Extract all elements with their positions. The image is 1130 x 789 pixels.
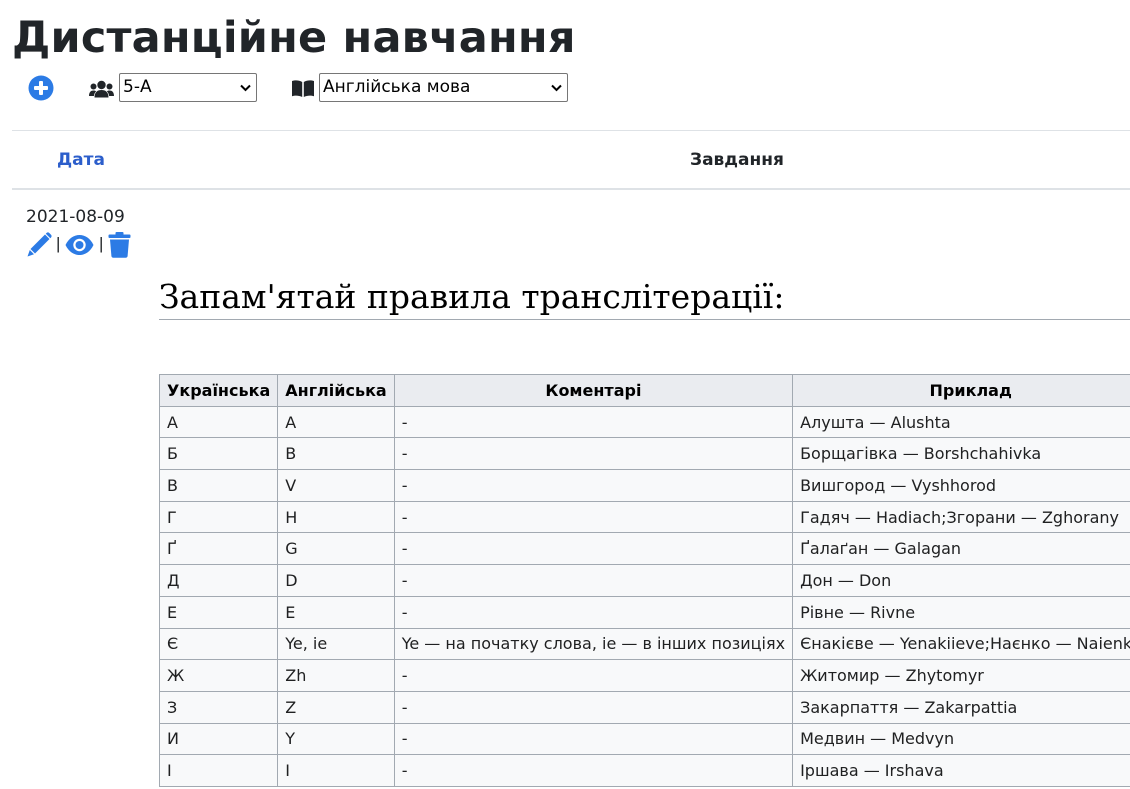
table-cell: Борщагівка — Borshchahivka	[792, 437, 1130, 471]
trash-icon[interactable]	[108, 232, 131, 258]
table-cell: -	[393, 754, 794, 787]
table-cell: Медвин — Medvyn	[792, 722, 1130, 756]
table-row: Д D - Дон — Don	[158, 564, 1130, 597]
table-cell: Є	[158, 627, 279, 661]
table-row: И Y - Медвин — Medvyn	[158, 722, 1130, 756]
class-select-value: 5-А	[123, 77, 152, 97]
table-cell: Алушта — Alushta	[792, 405, 1130, 439]
action-separator: |	[99, 234, 104, 253]
page-title: Дистанційне навчання	[12, 13, 576, 63]
table-cell: Е	[158, 595, 279, 629]
column-header: Приклад	[792, 374, 1130, 407]
table-cell: Вишгород — Vyshhorod	[792, 469, 1130, 502]
users-icon	[89, 80, 114, 98]
table-cell: Y	[277, 722, 395, 756]
table-cell: Zh	[277, 659, 395, 692]
table-cell: -	[393, 564, 794, 597]
table-cell: E	[277, 595, 395, 629]
table-cell: H	[277, 500, 395, 534]
table-row: Е E - Рівне — Rivne	[158, 595, 1130, 629]
table-cell: -	[393, 437, 794, 471]
table-cell: -	[393, 595, 794, 629]
table-row: Г H - Гадяч — Hadiach;Згорани — Zghorany	[158, 500, 1130, 534]
table-header-bottom-border	[12, 188, 1130, 190]
table-header-top-border	[12, 130, 1130, 131]
table-cell: Д	[158, 564, 279, 597]
table-cell: А	[158, 405, 279, 439]
column-header: Англійська	[277, 374, 395, 407]
table-cell: A	[277, 405, 395, 439]
table-cell: З	[158, 690, 279, 724]
table-cell: И	[158, 722, 279, 756]
table-cell: G	[277, 532, 395, 566]
table-cell: Ґалаґан — Galagan	[792, 532, 1130, 566]
chevron-down-icon	[551, 84, 562, 92]
table-cell: Іршава — Irshava	[792, 754, 1130, 787]
table-row: Є Ye, ie Ye — на початку слова, ie — в інш…	[158, 627, 1130, 661]
transliteration-table: Українська Англійська Коментарі Приклад …	[158, 374, 1130, 787]
table-cell: -	[393, 405, 794, 439]
table-cell: I	[277, 754, 395, 787]
action-separator: |	[56, 234, 61, 253]
table-cell: Закарпаття — Zakarpattia	[792, 690, 1130, 724]
subject-select[interactable]: Англійська мова	[319, 73, 568, 102]
table-cell: Гадяч — Hadiach;Згорани — Zghorany	[792, 500, 1130, 534]
table-cell: Житомир — Zhytomyr	[792, 659, 1130, 692]
table-row: З Z - Закарпаття — Zakarpattia	[158, 690, 1130, 724]
table-cell: -	[393, 659, 794, 692]
table-cell: -	[393, 722, 794, 756]
table-cell: Б	[158, 437, 279, 471]
table-header-row: Українська Англійська Коментарі Приклад	[158, 374, 1130, 407]
table-cell: Ж	[158, 659, 279, 692]
table-cell: V	[277, 469, 395, 502]
table-cell: І	[158, 754, 279, 787]
table-cell: -	[393, 690, 794, 724]
table-row: Б B - Борщагівка — Borshchahivka	[158, 437, 1130, 471]
table-body: А A - Алушта — Alushta Б B - Борщагівка — Borsh…	[158, 405, 1130, 787]
table-cell: Ґ	[158, 532, 279, 566]
table-cell: -	[393, 469, 794, 502]
table-cell: Дон — Don	[792, 564, 1130, 597]
table-row: В V - Вишгород — Vyshhorod	[158, 469, 1130, 502]
task-column-header: Завдання	[690, 150, 784, 170]
table-cell: Рівне — Rivne	[792, 595, 1130, 629]
table-cell: Єнакієве — Yenakiieve;Наєнко — Naienko	[792, 627, 1130, 661]
table-cell: Г	[158, 500, 279, 534]
table-cell: D	[277, 564, 395, 597]
table-cell: -	[393, 500, 794, 534]
pencil-icon[interactable]	[26, 232, 52, 258]
table-row: І I - Іршава — Irshava	[158, 754, 1130, 787]
chevron-down-icon	[240, 84, 251, 92]
table-cell: Ye, ie	[277, 627, 395, 661]
table-cell: В	[158, 469, 279, 502]
table-cell: Z	[277, 690, 395, 724]
table-row: А A - Алушта — Alushta	[158, 405, 1130, 439]
subject-select-value: Англійська мова	[323, 77, 471, 97]
table-cell: Ye — на початку слова, ie — в інших пози…	[393, 627, 794, 661]
task-title: Запам'ятай правила транслітерації:	[159, 277, 1130, 320]
date-column-header[interactable]: Дата	[57, 150, 105, 170]
book-icon	[292, 80, 314, 97]
table-cell: -	[393, 532, 794, 566]
eye-icon[interactable]	[65, 234, 94, 256]
entry-date: 2021-08-09	[26, 207, 125, 227]
column-header: Українська	[158, 374, 279, 407]
table-row: Ґ G - Ґалаґан — Galagan	[158, 532, 1130, 566]
class-select[interactable]: 5-А	[119, 73, 257, 102]
table-cell: B	[277, 437, 395, 471]
table-row: Ж Zh - Житомир — Zhytomyr	[158, 659, 1130, 692]
plus-circle-icon[interactable]	[28, 75, 54, 101]
column-header: Коментарі	[393, 374, 794, 407]
